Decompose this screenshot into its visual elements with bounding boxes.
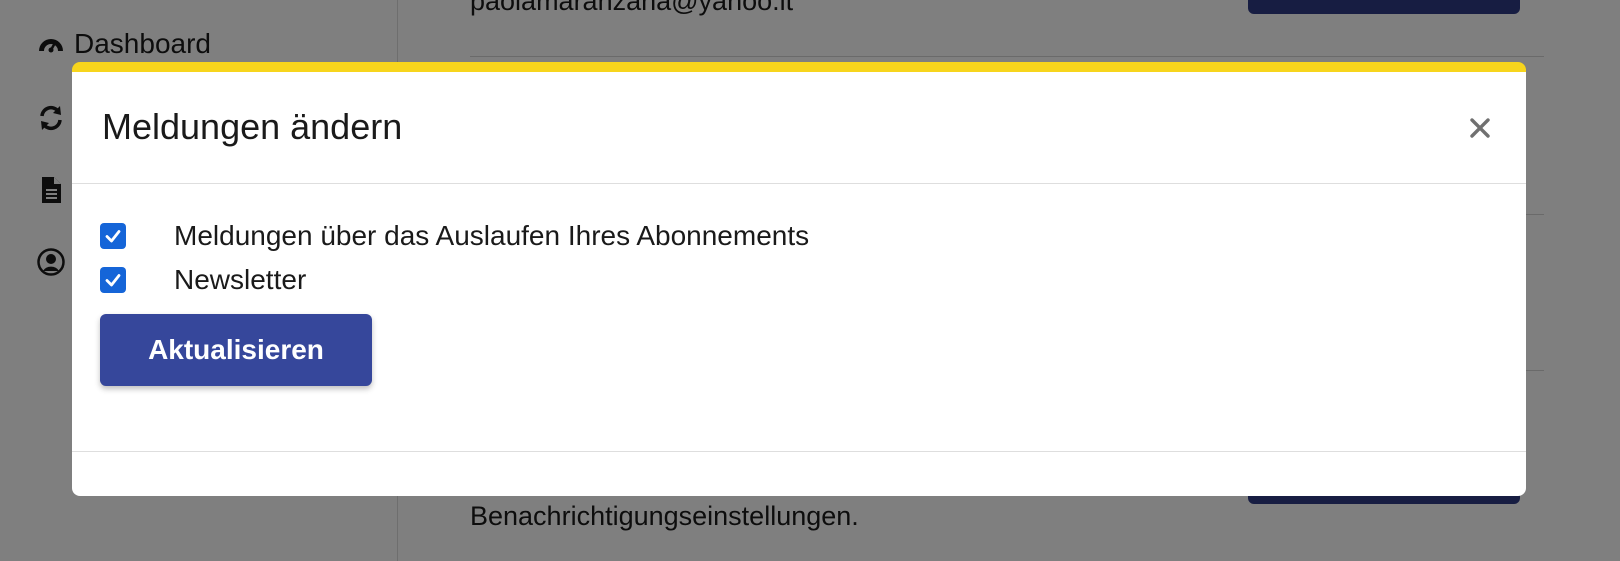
subscription-expiry-label: Meldungen über das Auslaufen Ihres Abonn…	[174, 220, 810, 251]
newsletter-label: Newsletter	[174, 264, 307, 295]
option-newsletter: Newsletter	[100, 264, 306, 296]
update-button[interactable]: Aktualisieren	[100, 314, 372, 386]
newsletter-checkbox[interactable]	[100, 267, 126, 293]
subscription-expiry-checkbox[interactable]	[100, 223, 126, 249]
notifications-modal: Meldungen ändern Meldungen über das Ausl…	[72, 62, 1526, 496]
checkmark-icon	[105, 230, 121, 243]
close-button[interactable]	[1464, 112, 1496, 144]
checkmark-icon	[105, 274, 121, 287]
option-subscription-expiry: Meldungen über das Auslaufen Ihres Abonn…	[100, 220, 809, 252]
modal-title: Meldungen ändern	[102, 106, 403, 147]
modal-header: Meldungen ändern	[72, 72, 1526, 184]
modal-body: Meldungen über das Auslaufen Ihres Abonn…	[72, 184, 1526, 452]
close-icon	[1469, 117, 1491, 139]
